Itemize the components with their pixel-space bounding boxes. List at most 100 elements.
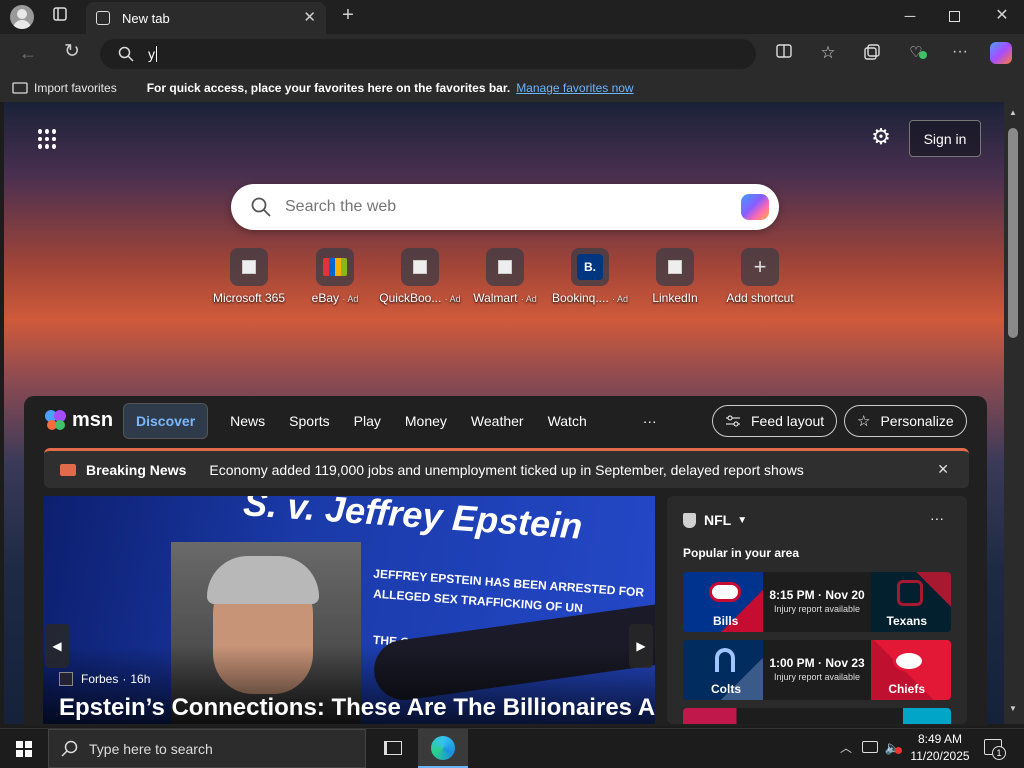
split-screen-icon[interactable]: [774, 44, 794, 64]
add-shortcut-button[interactable]: + Add shortcut: [717, 248, 803, 305]
shortcut-walmart[interactable]: Walmart · Ad: [462, 248, 548, 305]
tab-money[interactable]: Money: [405, 413, 447, 429]
close-tab-icon[interactable]: ✕: [303, 8, 316, 28]
clock-date: 11/20/2025: [910, 749, 970, 763]
favorites-message: For quick access, place your favorites h…: [146, 81, 511, 95]
tab-play[interactable]: Play: [354, 413, 381, 429]
browser-essentials-icon[interactable]: ♡: [905, 43, 927, 63]
manage-favorites-link[interactable]: Manage favorites now: [516, 81, 633, 95]
clock-time: 8:49 AM: [917, 732, 963, 746]
address-bar[interactable]: y: [100, 39, 756, 69]
shortcut-label: Walmart: [473, 291, 518, 305]
windows-taskbar: Type here to search ︿ 🔈 8:49 AM 11/20/20…: [0, 728, 1024, 768]
broken-image-icon: [486, 248, 524, 286]
taskbar-search-box[interactable]: Type here to search: [48, 729, 366, 768]
scrollbar-thumb[interactable]: [1008, 128, 1018, 338]
ad-badge: · Ad: [612, 294, 629, 304]
feed-layout-button[interactable]: Feed layout: [712, 405, 838, 437]
address-input[interactable]: y: [148, 46, 155, 62]
windows-start-icon[interactable]: [16, 741, 32, 757]
new-tab-button[interactable]: +: [338, 5, 358, 25]
breaking-news-bar[interactable]: Breaking News Economy added 119,000 jobs…: [44, 448, 969, 488]
hero-news-card[interactable]: S. v. Jeffrey Epstein JEFFREY EPSTEIN HA…: [43, 496, 655, 724]
import-favorites-button[interactable]: Import favorites: [12, 81, 117, 95]
personalize-button[interactable]: ☆ Personalize: [844, 405, 967, 437]
favorites-star-icon[interactable]: ☆: [818, 43, 838, 63]
hero-headline[interactable]: Epstein’s Connections: These Are The Bil…: [59, 694, 655, 722]
network-icon[interactable]: [862, 741, 878, 753]
taskbar-clock[interactable]: 8:49 AM 11/20/2025: [906, 731, 974, 765]
search-icon: [251, 197, 271, 217]
nfl-more-button[interactable]: ···: [930, 510, 944, 526]
task-view-icon[interactable]: [384, 741, 402, 755]
nfl-dropdown[interactable]: NFL ▼: [683, 510, 747, 530]
taskbar-search-placeholder: Type here to search: [89, 740, 213, 757]
shortcut-label: Add shortcut: [726, 291, 794, 305]
home-team: Bills: [713, 614, 739, 628]
sign-in-button[interactable]: Sign in: [909, 120, 981, 157]
shortcut-label: Microsoft 365: [212, 291, 286, 305]
shortcut-booking[interactable]: B. Bookinq.... · Ad: [547, 248, 633, 305]
notification-center-icon[interactable]: 1: [984, 739, 1006, 760]
game-row[interactable]: Bills Texans 8:15 PM · Nov 20 Injury rep…: [683, 572, 951, 632]
feed-layout-label: Feed layout: [751, 413, 825, 429]
tab-weather[interactable]: Weather: [471, 413, 524, 429]
plus-icon: +: [741, 248, 779, 286]
shortcut-linkedin[interactable]: LinkedIn: [632, 248, 718, 305]
breaking-news-text[interactable]: Economy added 119,000 jobs and unemploym…: [209, 462, 803, 478]
copilot-icon[interactable]: [990, 42, 1012, 64]
shortcut-label: Bookinq....: [551, 291, 609, 305]
tab-discover[interactable]: Discover: [123, 403, 209, 439]
nfl-shield-icon: [683, 512, 696, 528]
show-hidden-icons-chevron[interactable]: ︿: [838, 738, 854, 758]
tab-new-tab[interactable]: New tab ✕: [86, 2, 326, 34]
import-icon: [12, 82, 28, 94]
tab-sports[interactable]: Sports: [289, 413, 329, 429]
search-icon: [61, 740, 78, 757]
import-favorites-label: Import favorites: [34, 81, 117, 95]
copilot-search-icon[interactable]: [741, 194, 769, 220]
forbes-logo-icon: [59, 672, 73, 686]
edge-taskbar-button[interactable]: [418, 729, 468, 768]
shortcut-ebay[interactable]: eBay · Ad: [292, 248, 378, 305]
back-arrow-icon[interactable]: ←: [18, 43, 38, 63]
collections-icon[interactable]: [862, 44, 882, 66]
settings-more-icon[interactable]: ···: [950, 42, 970, 62]
refresh-icon[interactable]: ↻: [61, 42, 83, 62]
injury-note: Injury report available: [773, 604, 861, 614]
profile-avatar[interactable]: [10, 5, 34, 29]
msn-logo[interactable]: msn: [44, 404, 113, 436]
close-window-button[interactable]: ✕: [992, 6, 1012, 26]
title-bar: New tab ✕ + ─ ✕: [0, 0, 1024, 34]
tab-label: Discover: [136, 413, 196, 429]
ad-badge: · Ad: [342, 294, 359, 304]
text-cursor: [156, 46, 157, 62]
shortcut-label: eBay: [311, 291, 339, 305]
tab-watch[interactable]: Watch: [548, 413, 587, 429]
game-row-partial[interactable]: [683, 708, 951, 724]
game-row[interactable]: Colts Chiefs 1:00 PM · Nov 23 Injury rep…: [683, 640, 951, 700]
tab-title: New tab: [122, 10, 170, 26]
dismiss-close-icon[interactable]: ✕: [937, 461, 949, 478]
restore-button[interactable]: [949, 11, 960, 22]
apps-grid-icon[interactable]: [38, 129, 58, 149]
game-time: 1:00 PM · Nov 23: [769, 656, 865, 670]
shortcut-quickbooks[interactable]: QuickBoo... · Ad: [377, 248, 463, 305]
breaking-news-label: Breaking News: [86, 461, 187, 478]
shortcut-microsoft-365[interactable]: Microsoft 365: [206, 248, 292, 305]
tab-actions-icon[interactable]: [50, 7, 70, 27]
minimize-button[interactable]: ─: [900, 7, 920, 27]
web-search-input[interactable]: [285, 198, 705, 216]
web-search-box[interactable]: [231, 184, 779, 230]
shortcut-label: QuickBoo...: [379, 291, 442, 305]
sign-in-label: Sign in: [923, 130, 967, 147]
more-tabs-button[interactable]: ···: [643, 413, 657, 429]
carousel-prev-button[interactable]: ◀: [45, 624, 69, 668]
page-settings-gear-icon[interactable]: ⚙: [869, 126, 893, 148]
tab-news[interactable]: News: [230, 413, 265, 429]
broken-image-icon: [401, 248, 439, 286]
volume-muted-icon[interactable]: 🔈: [884, 738, 902, 758]
carousel-next-button[interactable]: ▶: [629, 624, 653, 668]
news-icon: [60, 463, 76, 476]
source-age: 16h: [130, 672, 151, 686]
